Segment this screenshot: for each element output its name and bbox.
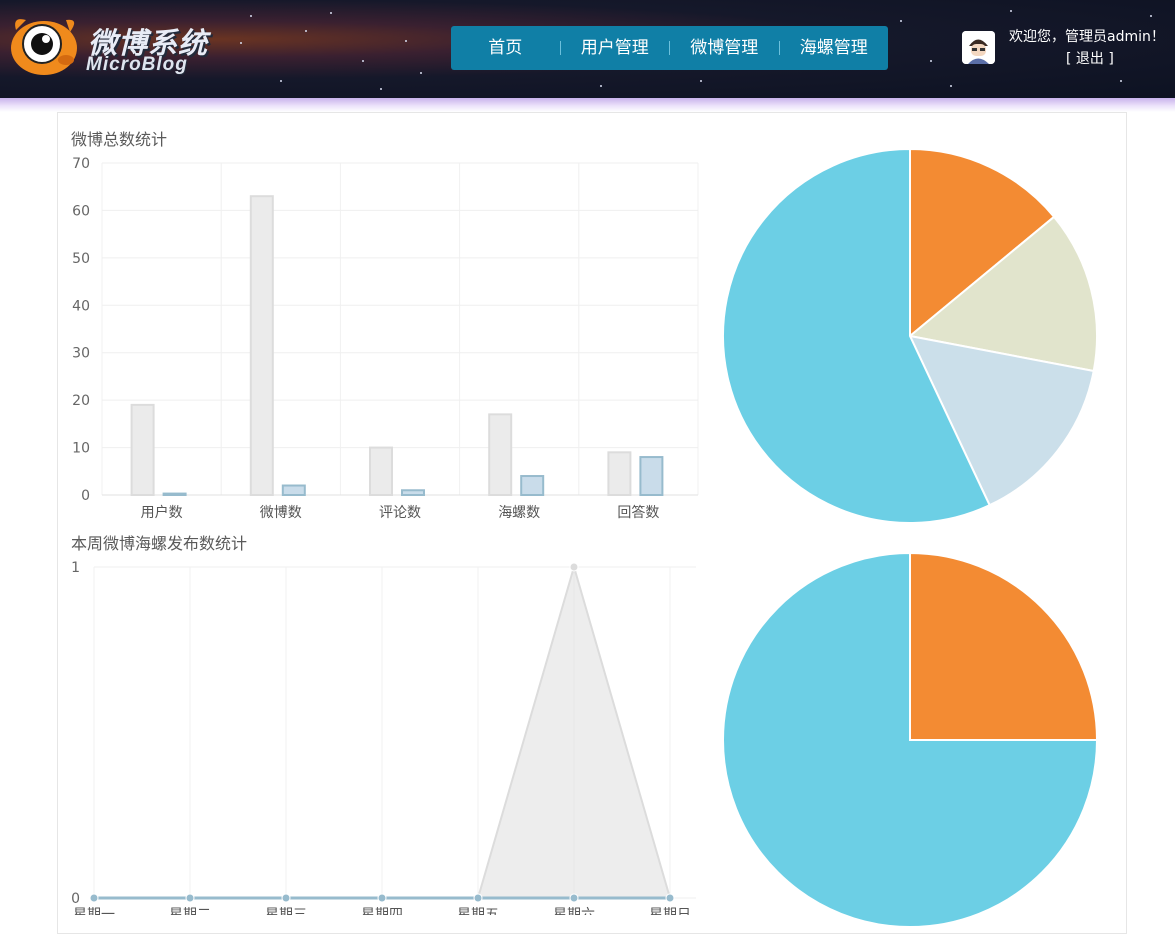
y-tick-label: 1 [71, 560, 80, 576]
data-point [473, 893, 483, 903]
bar [607, 451, 632, 497]
x-tick-label: 星期一 [73, 907, 115, 915]
nav-item-conch-management[interactable]: 海螺管理 [780, 26, 889, 70]
pie-slice [909, 551, 1099, 741]
star [250, 15, 252, 17]
bar [281, 484, 306, 496]
nav-item-home[interactable]: 首页 [451, 26, 560, 70]
data-point [281, 893, 291, 903]
user-area: 欢迎您，管理员admin！ [ 退出 ] [962, 28, 1175, 72]
data-point [569, 562, 579, 572]
y-tick-label: 20 [72, 393, 90, 409]
star [1010, 10, 1012, 12]
header-gradient-strip [0, 98, 1175, 112]
star [305, 30, 307, 32]
x-tick-label: 星期日 [649, 907, 691, 915]
star [1150, 15, 1152, 17]
bar [639, 456, 664, 496]
bar [249, 195, 274, 496]
dashboard-panel: 微博总数统计 0 10 20 30 40 50 60 70 用户数 微博数 评论数 海螺数 回答数 本周… [57, 112, 1127, 934]
y-tick-label: 40 [72, 298, 90, 314]
main-nav: 首页 用户管理 微博管理 海螺管理 [451, 26, 888, 70]
logout-link[interactable]: [ 退出 ] [1066, 50, 1114, 68]
x-tick-label: 海螺数 [498, 505, 540, 521]
x-tick-label: 星期四 [361, 907, 403, 915]
user-avatar-icon [962, 31, 995, 64]
x-tick-label: 星期六 [553, 907, 595, 915]
star [280, 80, 282, 82]
x-tick-label: 星期二 [169, 907, 211, 915]
star [1120, 80, 1122, 82]
weekly-posts-pie-chart [722, 551, 1099, 928]
y-tick-label: 0 [81, 488, 90, 504]
y-tick-label: 50 [72, 251, 90, 267]
star [600, 85, 602, 87]
bar [130, 403, 155, 496]
header-banner: 微博系统 MicroBlog 首页 用户管理 微博管理 海螺管理 欢迎您，管理员… [0, 0, 1175, 98]
data-point [89, 893, 99, 903]
star [240, 42, 242, 44]
star [930, 60, 932, 62]
y-tick-label: 30 [72, 346, 90, 362]
y-tick-label: 10 [72, 441, 90, 457]
total-stats-pie-chart [722, 147, 1098, 524]
line-chart-title: 本周微博海螺发布数统计 [71, 534, 248, 553]
star [405, 40, 407, 42]
bar [520, 475, 545, 496]
star [700, 80, 702, 82]
star [362, 60, 364, 62]
data-point [665, 893, 675, 903]
x-tick-label: 星期五 [457, 907, 499, 915]
y-tick-label: 70 [72, 156, 90, 172]
x-tick-label: 用户数 [141, 504, 183, 521]
data-point [377, 893, 387, 903]
data-point [569, 893, 579, 903]
welcome-text: 欢迎您，管理员admin！ [1009, 29, 1165, 45]
bar [162, 492, 187, 497]
y-tick-label: 60 [72, 203, 90, 219]
star [380, 88, 382, 90]
x-tick-label: 回答数 [617, 504, 659, 521]
x-tick-label: 微博数 [260, 504, 302, 521]
data-point [185, 893, 195, 903]
x-tick-label: 星期三 [265, 907, 307, 915]
total-stats-bar-chart: 0 10 20 30 40 50 60 70 用户数 微博数 评论数 海螺数 回答数 [72, 156, 699, 521]
x-tick-label: 评论数 [379, 505, 421, 521]
logo-subtitle: MicroBlog [86, 54, 188, 75]
nav-item-weibo-management[interactable]: 微博管理 [670, 26, 779, 70]
mascot-logo-icon [11, 19, 77, 75]
star [420, 72, 422, 74]
star [900, 20, 902, 22]
bar [369, 446, 393, 497]
y-tick-label: 0 [71, 891, 80, 907]
star [950, 85, 952, 87]
bar [488, 413, 513, 496]
weekly-posts-line-chart: 0 1 星期一 星期二 星期三 星期四 星期五 星期六 星期日 [71, 560, 696, 915]
bar [401, 489, 425, 496]
avatar[interactable] [962, 31, 995, 64]
bar-chart-title: 微博总数统计 [71, 130, 168, 149]
nav-item-user-management[interactable]: 用户管理 [561, 26, 670, 70]
star [330, 12, 332, 14]
logo[interactable]: 微博系统 MicroBlog [8, 8, 213, 78]
